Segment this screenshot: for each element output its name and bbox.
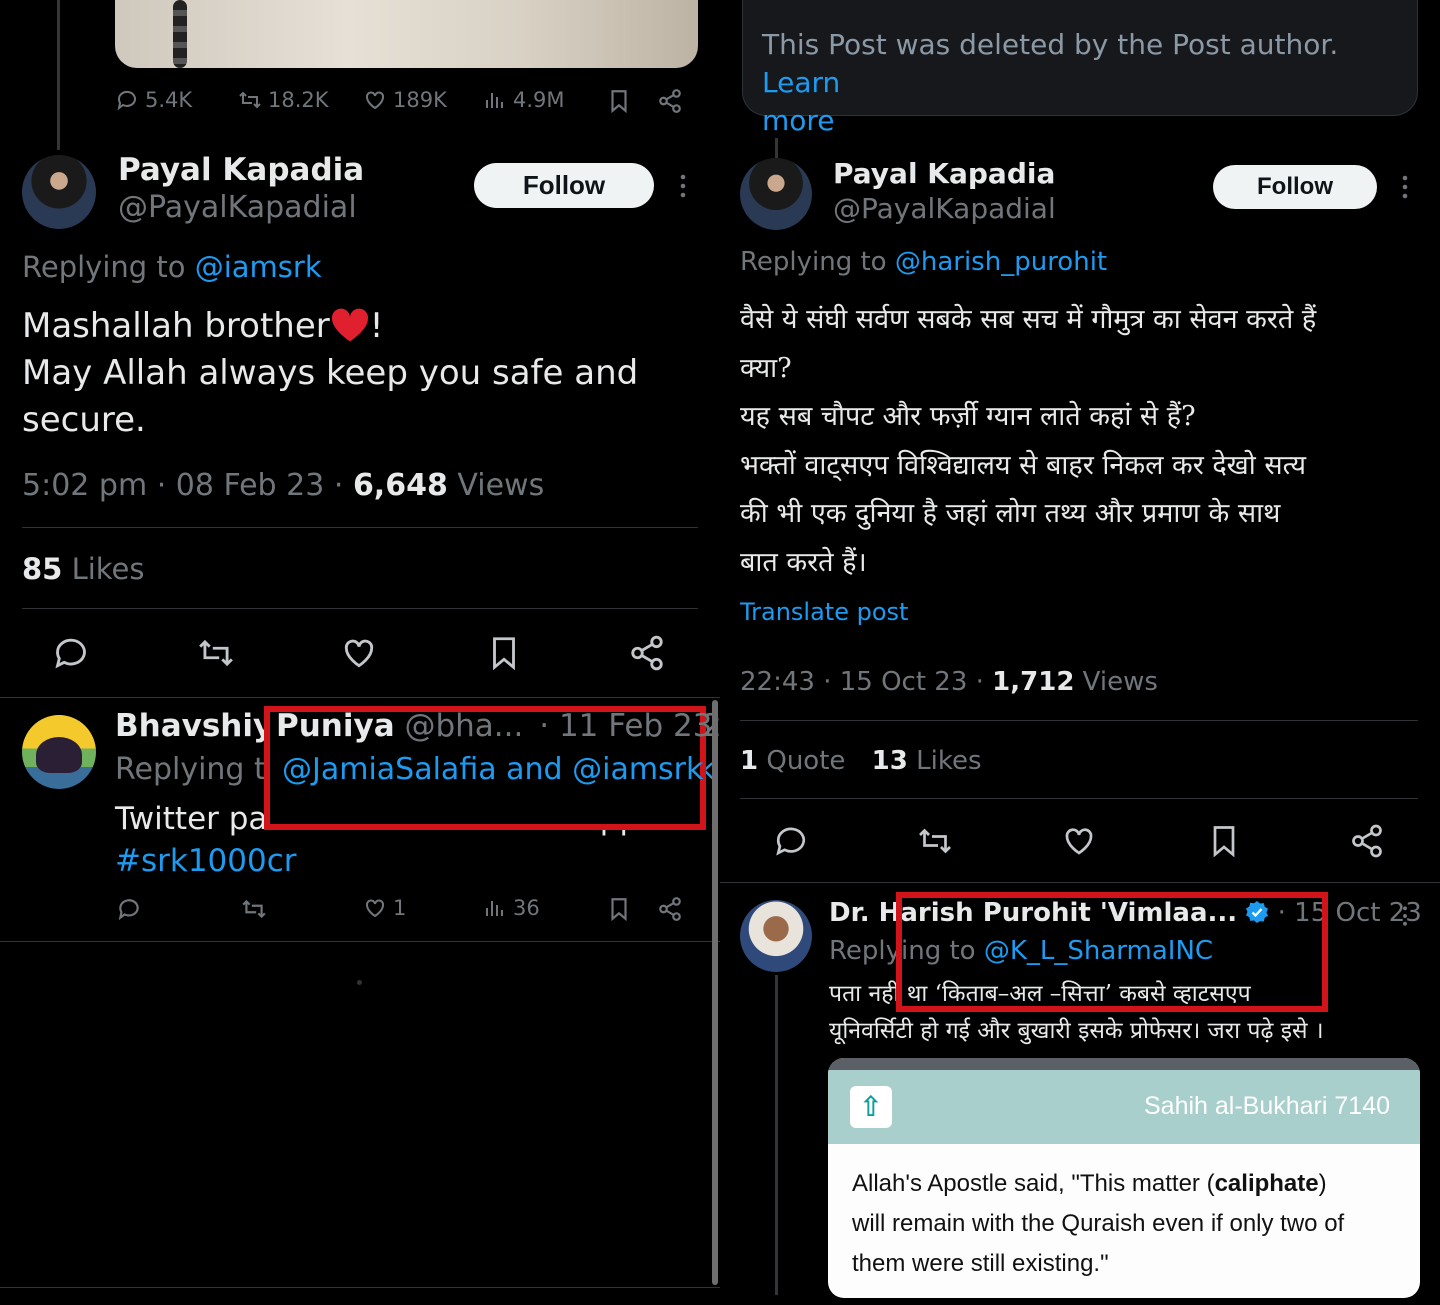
- repost-icon[interactable]: [196, 634, 236, 672]
- divider: [720, 882, 1440, 883]
- like-icon[interactable]: [1061, 823, 1097, 859]
- like-icon: [366, 91, 384, 110]
- learn-more-link[interactable]: more: [762, 104, 835, 137]
- highlight-box: [896, 892, 1328, 1012]
- bookmark-icon[interactable]: [606, 88, 632, 114]
- post-text: Mashallah brother! May Allah always keep…: [22, 306, 639, 440]
- divider: [0, 1287, 720, 1288]
- bookmark-icon[interactable]: [606, 896, 632, 922]
- reply-icon: [117, 90, 136, 111]
- like-icon: [366, 899, 384, 918]
- repost-icon: [239, 91, 261, 109]
- reply-view-count[interactable]: 36: [483, 896, 540, 920]
- reply-like-count[interactable]: 1: [363, 896, 406, 920]
- hashtag-link[interactable]: #srk1000cr: [115, 840, 675, 882]
- replying-to-link[interactable]: @harish_purohit: [895, 247, 1107, 277]
- divider: [740, 798, 1418, 799]
- reply-author-name-fragment[interactable]: Puniya: [276, 708, 395, 744]
- replying-to: Replying to @iamsrk: [22, 250, 322, 284]
- follow-button[interactable]: Follow: [474, 163, 654, 208]
- avatar[interactable]: [740, 900, 812, 972]
- repost-icon[interactable]: [916, 823, 954, 859]
- reply-date[interactable]: · 11 Feb 23: [539, 708, 712, 744]
- engagement-summary: 1 Quote 13 Likes: [740, 746, 982, 776]
- divider: [740, 720, 1418, 721]
- divider: [0, 697, 720, 698]
- scrollbar[interactable]: [712, 700, 718, 1285]
- avatar[interactable]: [22, 715, 96, 789]
- share-icon[interactable]: [628, 634, 666, 672]
- left-screenshot-panel: 5.4K 18.2K 189K 4.9M Payal Kapadia @Paya…: [0, 0, 720, 1305]
- post-timestamp: 22:43 · 15 Oct 23 · 1,712 Views: [740, 667, 1158, 697]
- follow-button[interactable]: Follow: [1213, 165, 1377, 209]
- views-icon: [486, 901, 503, 916]
- previous-post-reply-count[interactable]: 5.4K: [115, 88, 192, 112]
- previous-post-repost-count[interactable]: 18.2K: [238, 88, 329, 112]
- reply-author-handle[interactable]: @bha...: [404, 708, 523, 744]
- previous-post-like-count[interactable]: 189K: [363, 88, 447, 112]
- heart-emoji-icon: [331, 308, 368, 342]
- scroll-up-icon[interactable]: ⇧: [850, 1086, 892, 1128]
- repost-icon[interactable]: [240, 896, 268, 922]
- post-text: वैसे ये संघी सर्वण सबके सब सच में गौमुत्…: [740, 304, 1317, 578]
- replying-to-link[interactable]: @iamsrk: [195, 250, 322, 284]
- media-card-header: ⇧ Sahih al-Bukhari 7140: [828, 1070, 1420, 1144]
- likes-summary[interactable]: 13 Likes: [872, 746, 982, 776]
- right-screenshot-panel: This Post was deleted by the Post author…: [720, 0, 1440, 1305]
- share-icon[interactable]: [657, 88, 683, 114]
- reply-media-card[interactable]: ⇧ Sahih al-Bukhari 7140 Allah's Apostle …: [828, 1058, 1420, 1298]
- share-icon[interactable]: [657, 896, 683, 922]
- author-handle[interactable]: @PayalKapadial: [833, 192, 1056, 225]
- author-name[interactable]: Payal Kapadia: [833, 157, 1055, 190]
- divider: [22, 608, 698, 609]
- thread-line: [775, 975, 778, 1295]
- thread-line: [775, 138, 778, 158]
- author-name[interactable]: Payal Kapadia: [118, 152, 364, 188]
- highlight-box-content: Puniya @bha... · 11 Feb 23: [276, 708, 712, 744]
- loading-dot: [357, 980, 362, 985]
- post-timestamp: 5:02 pm · 08 Feb 23 · 6,648 Views: [22, 468, 545, 503]
- media-card-quote: Allah's Apostle said, "This matter (cali…: [852, 1170, 1345, 1277]
- like-icon[interactable]: [340, 634, 378, 672]
- views-icon: [486, 93, 503, 108]
- bookmark-icon[interactable]: [1206, 823, 1242, 859]
- more-icon[interactable]: [672, 172, 694, 200]
- translate-post-link[interactable]: Translate post: [740, 598, 908, 626]
- reply-icon[interactable]: [773, 823, 809, 859]
- likes-summary[interactable]: 85 Likes: [22, 552, 145, 586]
- divider: [0, 941, 720, 942]
- bookmark-icon[interactable]: [485, 634, 523, 672]
- reply-icon[interactable]: [116, 896, 142, 922]
- thread-line: [57, 0, 60, 150]
- media-top-strip: [828, 1058, 1420, 1070]
- avatar[interactable]: [22, 155, 96, 229]
- avatar[interactable]: [740, 158, 812, 230]
- previous-post-view-count[interactable]: 4.9M: [483, 88, 565, 112]
- learn-more-link[interactable]: Learn: [762, 66, 840, 99]
- quotes-summary[interactable]: 1 Quote: [740, 746, 845, 776]
- divider: [22, 527, 698, 528]
- previous-post-media[interactable]: [115, 0, 698, 68]
- replying-to: Replying to @harish_purohit: [740, 247, 1108, 277]
- share-icon[interactable]: [1349, 823, 1385, 859]
- more-icon[interactable]: [1397, 904, 1413, 928]
- media-card-title: Sahih al-Bukhari 7140: [1144, 1092, 1390, 1120]
- replying-to-link[interactable]: @JamiaSalafia and @iamsrk: [282, 752, 703, 787]
- author-handle[interactable]: @PayalKapadial: [118, 190, 357, 225]
- more-icon[interactable]: [1395, 173, 1415, 201]
- deleted-post-text: This Post was deleted by the Post author…: [762, 28, 1339, 137]
- reply-icon[interactable]: [52, 634, 90, 672]
